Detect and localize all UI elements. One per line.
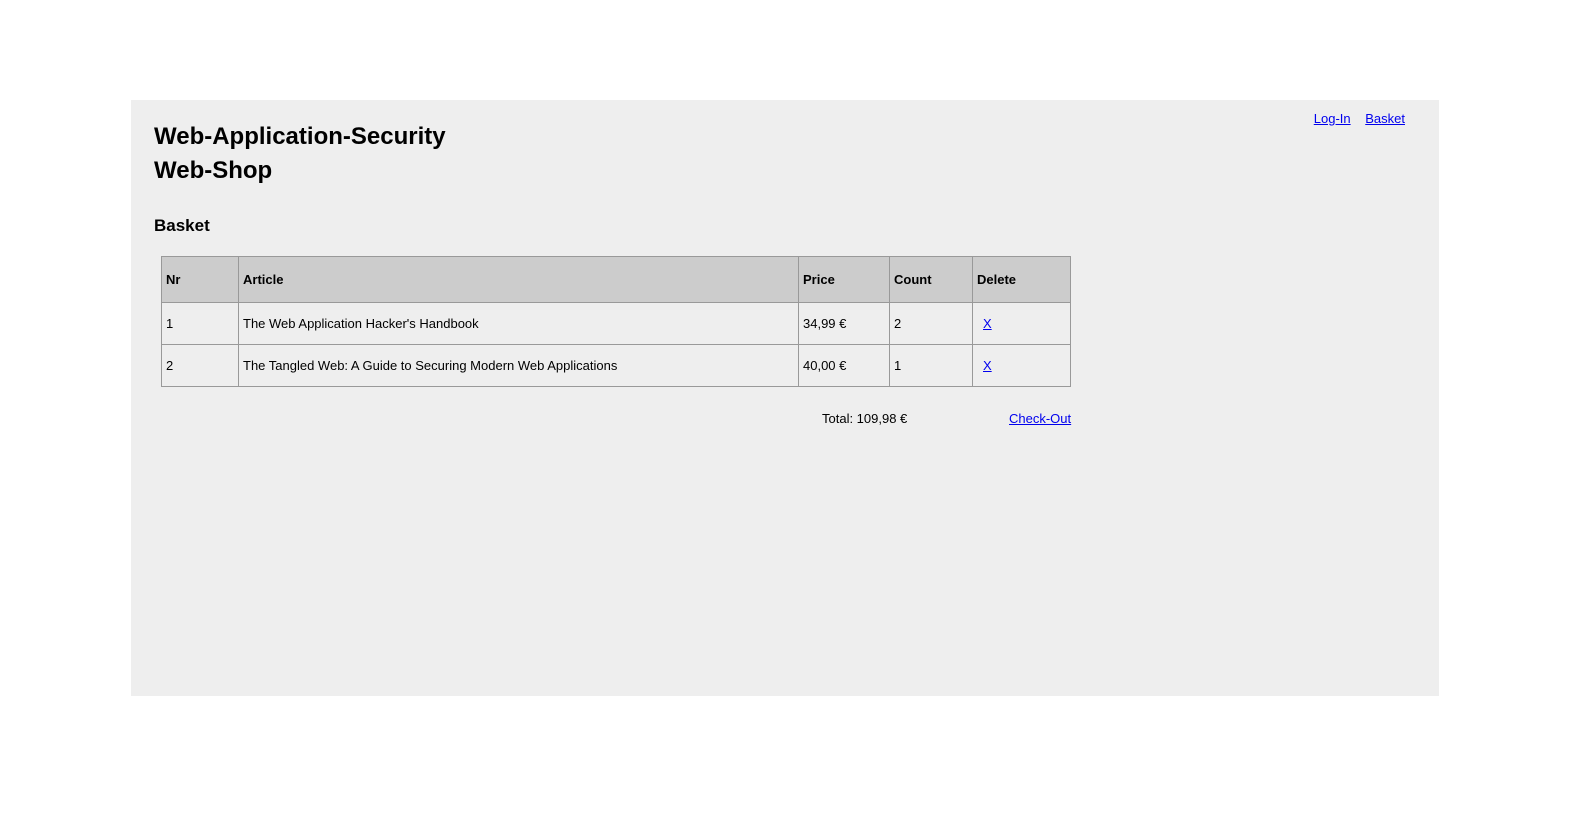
header-article: Article <box>238 256 799 303</box>
header-price: Price <box>798 256 890 303</box>
checkout-link[interactable]: Check-Out <box>1009 411 1071 426</box>
delete-item-link[interactable]: X <box>983 316 992 331</box>
table-row: 1 The Web Application Hacker's Handbook … <box>161 302 1071 345</box>
table-header-row: Nr Article Price Count Delete <box>161 256 1071 303</box>
cell-article: The Web Application Hacker's Handbook <box>238 302 799 345</box>
page-container: Log-In Basket Web-Application-Security W… <box>131 100 1439 696</box>
site-title-line2: Web-Shop <box>154 157 273 184</box>
cell-price: 34,99 € <box>798 302 890 345</box>
cell-count: 2 <box>889 302 973 345</box>
cell-delete: X <box>972 302 1071 345</box>
site-title-line1: Web-Application-Security <box>154 123 446 150</box>
top-navigation: Log-In Basket <box>1303 111 1405 126</box>
header-delete: Delete <box>972 256 1071 303</box>
cell-nr: 1 <box>161 302 239 345</box>
basket-link[interactable]: Basket <box>1365 111 1405 126</box>
header-nr: Nr <box>161 256 239 303</box>
cell-article: The Tangled Web: A Guide to Securing Mod… <box>238 344 799 387</box>
delete-item-link[interactable]: X <box>983 358 992 373</box>
page-title: Basket <box>154 216 210 235</box>
site-title: Web-Application-Security Web-Shop <box>154 120 446 188</box>
cell-count: 1 <box>889 344 973 387</box>
cell-price: 40,00 € <box>798 344 890 387</box>
basket-total: Total: 109,98 € <box>822 411 908 426</box>
basket-table: Nr Article Price Count Delete 1 The Web … <box>161 256 1071 387</box>
cell-nr: 2 <box>161 344 239 387</box>
table-row: 2 The Tangled Web: A Guide to Securing M… <box>161 344 1071 387</box>
login-link[interactable]: Log-In <box>1314 111 1351 126</box>
cell-delete: X <box>972 344 1071 387</box>
header-count: Count <box>889 256 973 303</box>
